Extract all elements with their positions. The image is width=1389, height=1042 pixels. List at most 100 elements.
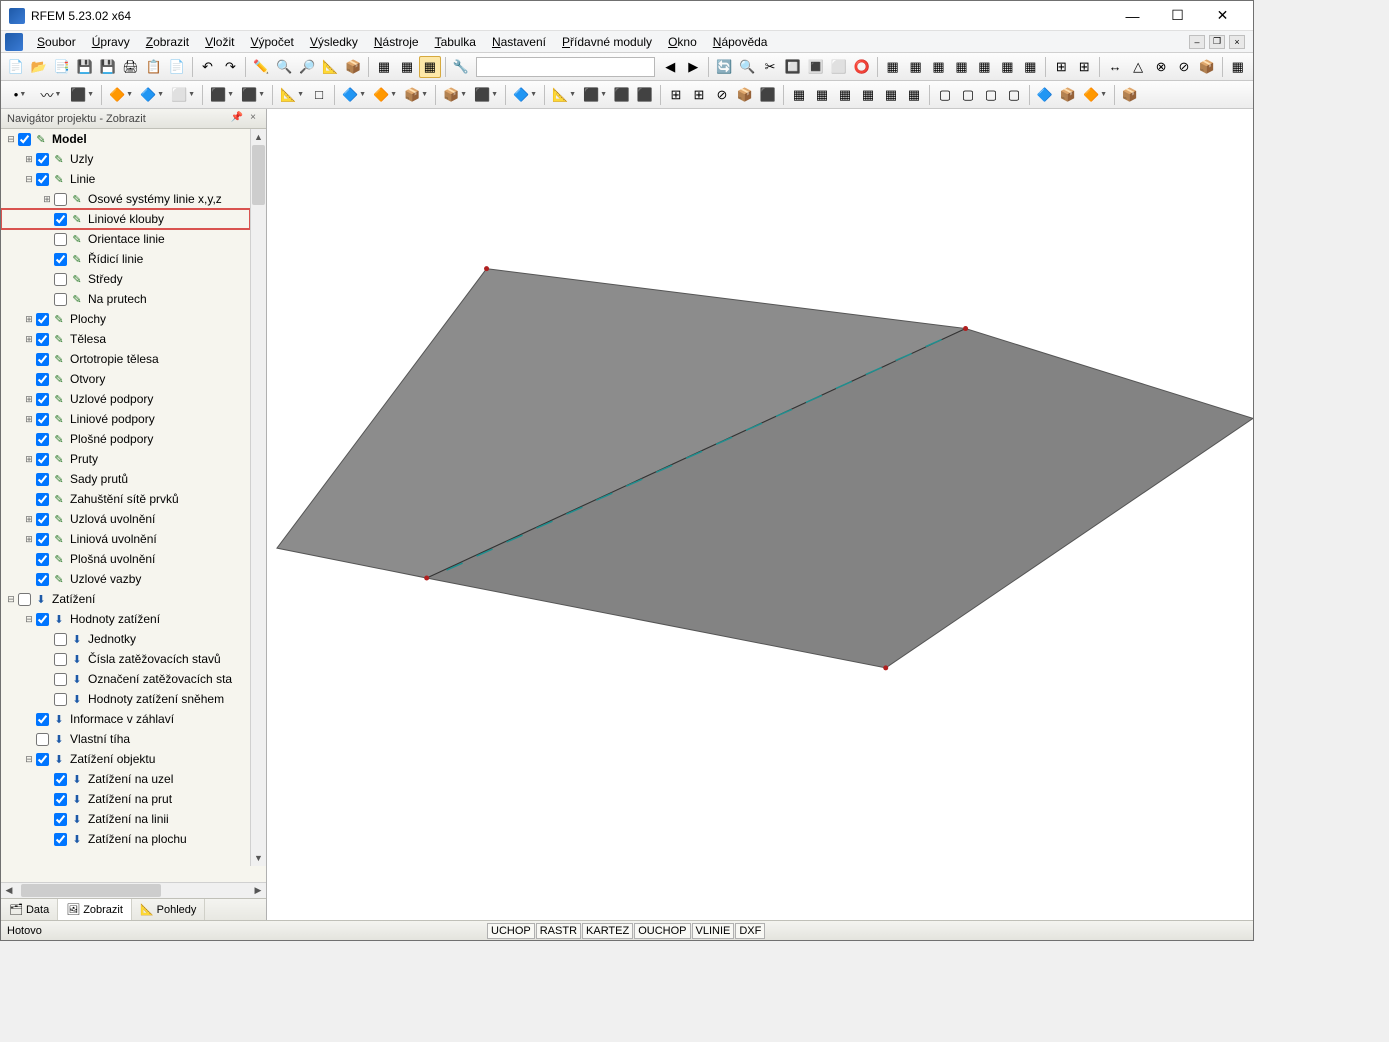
tree-row[interactable]: ⊞✎Osové systémy linie x,y,z xyxy=(1,189,250,209)
tree-row[interactable]: ⊟✎Model xyxy=(1,129,250,149)
tree-row[interactable]: ✎Plošná uvolnění xyxy=(1,549,250,569)
menu-item[interactable]: Přídavné moduly xyxy=(554,33,660,51)
toolbar-button[interactable]: ▦ xyxy=(951,56,973,78)
collapse-icon[interactable]: ⊟ xyxy=(5,133,17,145)
mdi-restore-button[interactable]: ❐ xyxy=(1209,35,1225,49)
tree-row[interactable]: ✎Plošné podpory xyxy=(1,429,250,449)
tree-checkbox[interactable] xyxy=(54,793,67,806)
toolbar-button[interactable]: ▦ xyxy=(905,56,927,78)
status-toggle[interactable]: RASTR xyxy=(536,923,581,939)
toolbar-button[interactable]: 🔍 xyxy=(736,56,758,78)
tree-checkbox[interactable] xyxy=(54,833,67,846)
tree-checkbox[interactable] xyxy=(54,233,67,246)
maximize-button[interactable]: ☐ xyxy=(1155,2,1200,30)
toolbar-button[interactable]: ↷ xyxy=(219,56,241,78)
tree-row[interactable]: ✎Středy xyxy=(1,269,250,289)
toolbar-button[interactable]: ⊘ xyxy=(711,84,733,106)
toolbar-button[interactable]: 〰▼ xyxy=(36,84,66,106)
toolbar-button[interactable]: 📦 xyxy=(1057,84,1079,106)
tree-row[interactable]: ✎Uzlové vazby xyxy=(1,569,250,589)
tree-row[interactable]: ✎Ortotropie tělesa xyxy=(1,349,250,369)
toolbar-button[interactable]: ⬜ xyxy=(828,56,850,78)
toolbar-button[interactable]: ▶ xyxy=(682,56,704,78)
toolbar-button[interactable]: 📄 xyxy=(166,56,188,78)
expand-icon[interactable]: ⊞ xyxy=(23,453,35,465)
scroll-down-icon[interactable]: ▼ xyxy=(251,850,266,866)
toolbar-button[interactable]: ↶ xyxy=(197,56,219,78)
pin-icon[interactable]: 📌 xyxy=(230,112,244,126)
status-toggle[interactable]: DXF xyxy=(735,923,765,939)
menu-item[interactable]: Zobrazit xyxy=(138,33,197,51)
collapse-icon[interactable]: ⊟ xyxy=(23,613,35,625)
tree-row[interactable]: ⊞✎Uzlové podpory xyxy=(1,389,250,409)
tree-checkbox[interactable] xyxy=(36,713,49,726)
tree-row[interactable]: ⊞✎Uzly xyxy=(1,149,250,169)
minimize-button[interactable]: — xyxy=(1110,2,1155,30)
toolbar-button[interactable]: 💾 xyxy=(74,56,96,78)
toolbar-button[interactable]: ▢ xyxy=(934,84,956,106)
tree-checkbox[interactable] xyxy=(54,673,67,686)
tree-checkbox[interactable] xyxy=(36,733,49,746)
toolbar-button[interactable]: 🔍 xyxy=(273,56,295,78)
tree-checkbox[interactable] xyxy=(36,173,49,186)
toolbar-button[interactable]: ▦ xyxy=(788,84,810,106)
tree-row[interactable]: ⊟⬇Hodnoty zatížení xyxy=(1,609,250,629)
tree-checkbox[interactable] xyxy=(36,153,49,166)
toolbar-button[interactable]: ⭕ xyxy=(851,56,873,78)
toolbar-button[interactable]: 📦 xyxy=(342,56,364,78)
tree-row[interactable]: ⬇Označení zatěžovacích sta xyxy=(1,669,250,689)
expand-icon[interactable]: ⊞ xyxy=(23,393,35,405)
toolbar-button[interactable]: ▦ xyxy=(882,56,904,78)
status-toggle[interactable]: VLINIE xyxy=(692,923,735,939)
toolbar-button[interactable]: 📦▼ xyxy=(440,84,470,106)
navigator-tab[interactable]: 🖼Zobrazit xyxy=(58,899,132,920)
toolbar-button[interactable]: 📦 xyxy=(1119,84,1141,106)
tree-checkbox[interactable] xyxy=(54,653,67,666)
collapse-icon[interactable]: ⊟ xyxy=(5,593,17,605)
tree-row[interactable]: ✎Otvory xyxy=(1,369,250,389)
tree-row[interactable]: ⬇Zatížení na linii xyxy=(1,809,250,829)
toolbar-button[interactable]: ▦ xyxy=(419,56,441,78)
tree-row[interactable]: ⊟✎Linie xyxy=(1,169,250,189)
expand-icon[interactable]: ⊞ xyxy=(23,533,35,545)
navigator-tab[interactable]: 📐Pohledy xyxy=(132,899,205,920)
navigator-tree[interactable]: ⊟✎Model⊞✎Uzly⊟✎Linie⊞✎Osové systémy lini… xyxy=(1,129,250,882)
toolbar-button[interactable]: ⊞ xyxy=(1050,56,1072,78)
toolbar-button[interactable]: ⊞ xyxy=(665,84,687,106)
tree-row[interactable]: ⊞✎Plochy xyxy=(1,309,250,329)
collapse-icon[interactable]: ⊟ xyxy=(23,173,35,185)
toolbar-button[interactable]: ▦ xyxy=(373,56,395,78)
close-button[interactable]: ✕ xyxy=(1200,2,1245,30)
tree-checkbox[interactable] xyxy=(36,553,49,566)
menu-item[interactable]: Úpravy xyxy=(84,33,138,51)
toolbar-button[interactable]: 📑 xyxy=(51,56,73,78)
toolbar-button[interactable]: ⬛ xyxy=(757,84,779,106)
tree-row[interactable]: ⊞✎Liniové podpory xyxy=(1,409,250,429)
toolbar-button[interactable]: ⊞ xyxy=(688,84,710,106)
toolbar-button[interactable]: 🔄 xyxy=(713,56,735,78)
toolbar-button[interactable]: ▦ xyxy=(1019,56,1041,78)
toolbar-button[interactable]: ✏️ xyxy=(250,56,272,78)
tree-checkbox[interactable] xyxy=(54,773,67,786)
toolbar-button[interactable]: 📋 xyxy=(143,56,165,78)
toolbar-button[interactable]: 📦 xyxy=(1196,56,1218,78)
scroll-left-icon[interactable]: ◀ xyxy=(1,883,17,898)
toolbar-button[interactable]: •▼ xyxy=(5,84,35,106)
toolbar-button[interactable]: 🔷 xyxy=(1034,84,1056,106)
toolbar-button[interactable]: ⊗ xyxy=(1150,56,1172,78)
tree-checkbox[interactable] xyxy=(36,373,49,386)
tree-checkbox[interactable] xyxy=(36,473,49,486)
toolbar-button[interactable]: ▦ xyxy=(903,84,925,106)
status-toggle[interactable]: OUCHOP xyxy=(634,923,690,939)
toolbar-button[interactable]: 🔲 xyxy=(782,56,804,78)
tree-row[interactable]: ✎Zahuštění sítě prvků xyxy=(1,489,250,509)
tree-row[interactable]: ⊟⬇Zatížení xyxy=(1,589,250,609)
expand-icon[interactable]: ⊞ xyxy=(23,513,35,525)
tree-checkbox[interactable] xyxy=(36,493,49,506)
toolbar-button[interactable]: ✂ xyxy=(759,56,781,78)
tree-row[interactable]: ✎Sady prutů xyxy=(1,469,250,489)
tree-row[interactable]: ✎Na prutech xyxy=(1,289,250,309)
tree-row[interactable]: ⬇Zatížení na plochu xyxy=(1,829,250,849)
toolbar-button[interactable]: ▦ xyxy=(811,84,833,106)
toolbar-button[interactable]: ▦ xyxy=(973,56,995,78)
